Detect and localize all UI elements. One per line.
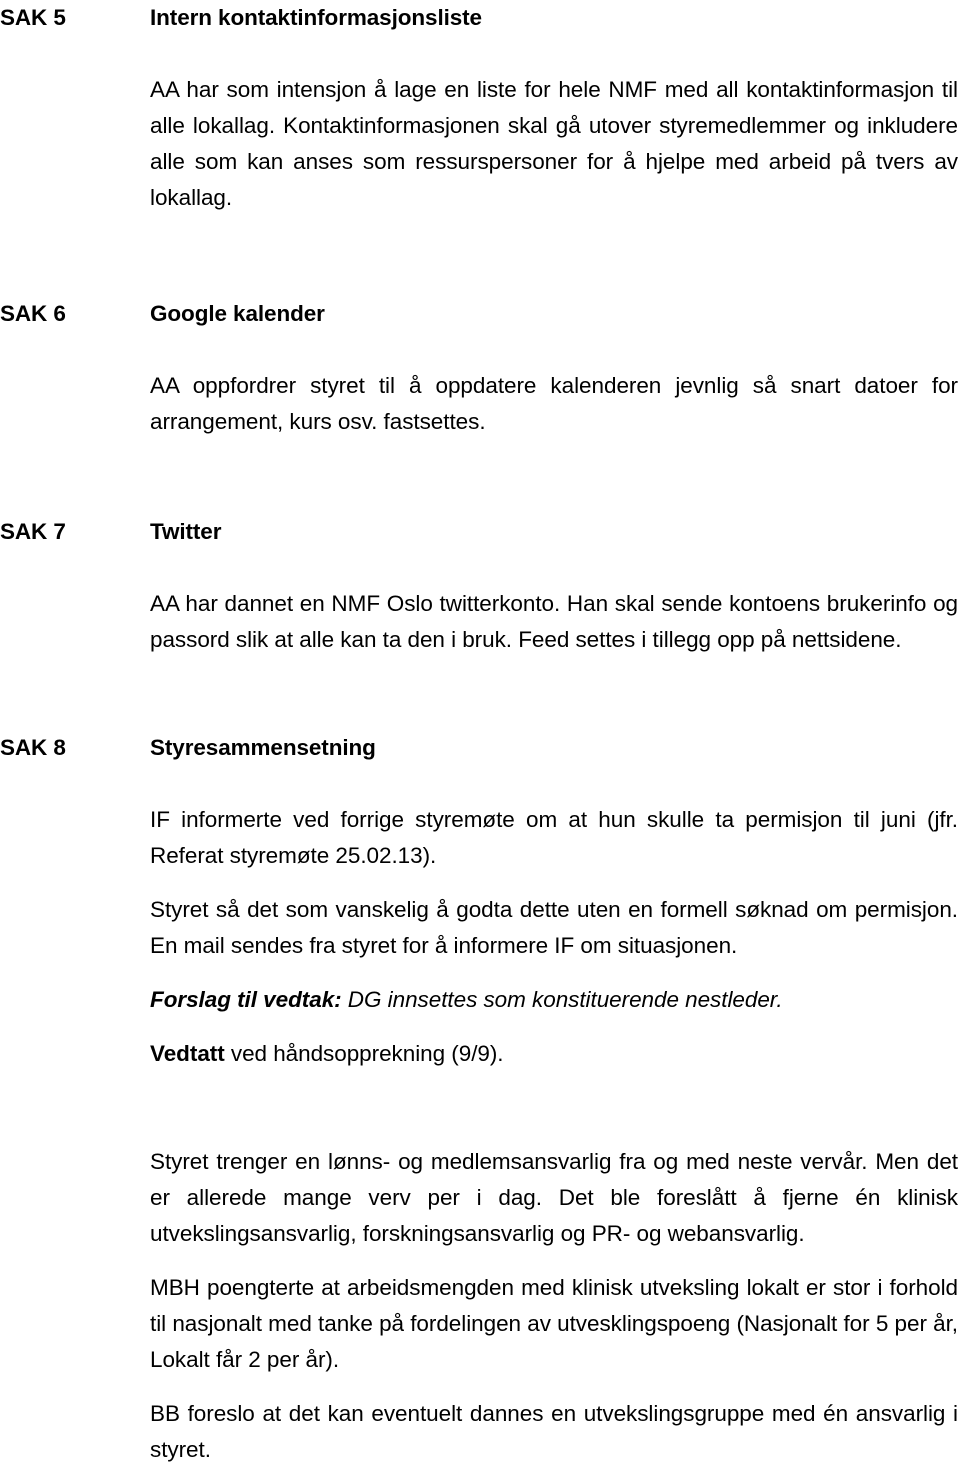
proposal-line: Forslag til vedtak: DG innsettes som kon…	[150, 982, 958, 1018]
agenda-item-label-sak-7: SAK 7	[0, 519, 66, 544]
resolution-text: ved håndsopprekning (9/9).	[224, 1041, 504, 1066]
agenda-item-sak-7: SAK 7 Twitter AA har dannet en NMF Oslo …	[0, 514, 960, 658]
proposal-text: DG innsettes som konstituerende nestlede…	[341, 987, 783, 1012]
agenda-item-sak-8: SAK 8 Styresammensetning IF informerte v…	[0, 730, 960, 1468]
agenda-item-paragraph: AA har dannet en NMF Oslo twitterkonto. …	[150, 591, 958, 652]
agenda-item-label-sak-6: SAK 6	[0, 301, 66, 326]
agenda-item-sak-6: SAK 6 Google kalender AA oppfordrer styr…	[0, 296, 960, 440]
proposal-lead: Forslag til vedtak:	[150, 987, 342, 1012]
discussion-paragraph: BB foreslo at det kan eventuelt dannes e…	[150, 1401, 958, 1462]
agenda-item-title-sak-8: Styresammensetning	[150, 735, 376, 760]
agenda-item-title-sak-7: Twitter	[150, 519, 222, 544]
resolution-line: Vedtatt ved håndsopprekning (9/9).	[150, 1036, 958, 1072]
agenda-item-paragraph: AA oppfordrer styret til å oppdatere kal…	[150, 373, 958, 434]
agenda-item-paragraph: IF informerte ved forrige styremøte om a…	[150, 807, 958, 868]
discussion-paragraph: Styret trenger en lønns- og medlemsansva…	[150, 1149, 958, 1246]
resolution-lead: Vedtatt	[150, 1041, 225, 1066]
discussion-paragraph: MBH poengterte at arbeidsmengden med kli…	[150, 1275, 958, 1372]
document-page: SAK 5 Intern kontaktinformasjonsliste AA…	[0, 0, 960, 1462]
agenda-item-label-sak-8: SAK 8	[0, 735, 66, 760]
agenda-item-title-sak-6: Google kalender	[150, 301, 325, 326]
agenda-item-label-sak-5: SAK 5	[0, 5, 66, 30]
agenda-item-title-sak-5: Intern kontaktinformasjonsliste	[150, 5, 482, 30]
agenda-item-paragraph: Styret så det som vanskelig å godta dett…	[150, 897, 958, 958]
agenda-item-sak-5: SAK 5 Intern kontaktinformasjonsliste AA…	[0, 0, 960, 216]
agenda-item-paragraph: AA har som intensjon å lage en liste for…	[150, 77, 958, 210]
